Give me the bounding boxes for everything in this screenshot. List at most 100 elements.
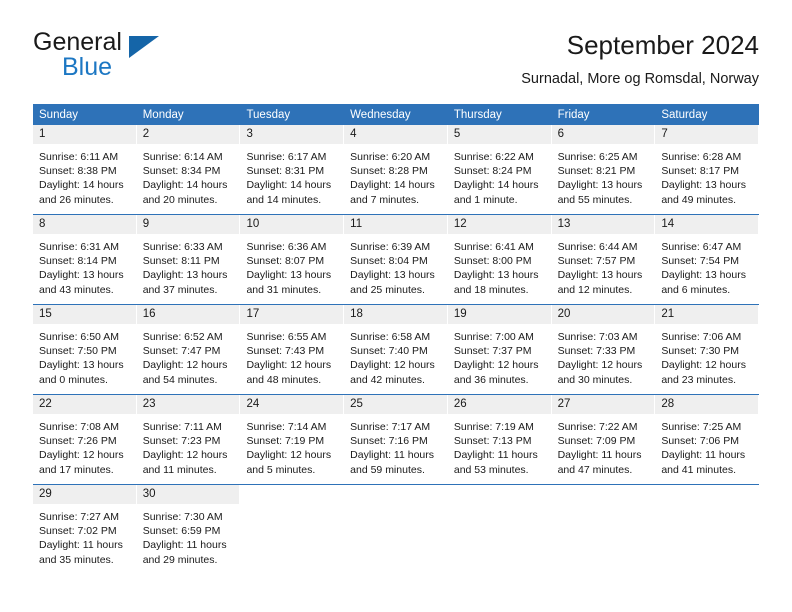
general-blue-logo[interactable]: General Blue (33, 28, 243, 88)
calendar-day-cell[interactable]: 30 Sunrise: 7:30 AM Sunset: 6:59 PM Dayl… (136, 485, 241, 574)
calendar-day-cell[interactable]: 14 Sunrise: 6:47 AM Sunset: 7:54 PM Dayl… (655, 215, 760, 304)
day-details: Sunrise: 6:25 AM Sunset: 8:21 PM Dayligh… (552, 144, 656, 207)
calendar-day-cell[interactable]: 16 Sunrise: 6:52 AM Sunset: 7:47 PM Dayl… (136, 305, 241, 394)
calendar-day-cell-empty (655, 485, 759, 574)
daylight-text-line1: Daylight: 11 hours (661, 449, 746, 462)
calendar-day-cell[interactable]: 25 Sunrise: 7:17 AM Sunset: 7:16 PM Dayl… (344, 395, 448, 484)
daylight-text-line1: Daylight: 12 hours (39, 449, 124, 462)
daylight-text-line1: Daylight: 13 hours (39, 359, 124, 372)
calendar-day-cell[interactable]: 20 Sunrise: 7:03 AM Sunset: 7:33 PM Dayl… (551, 305, 656, 394)
calendar-day-cell[interactable]: 13 Sunrise: 6:44 AM Sunset: 7:57 PM Dayl… (551, 215, 656, 304)
day-number: 17 (240, 305, 345, 324)
calendar-day-cell[interactable]: 6 Sunrise: 6:25 AM Sunset: 8:21 PM Dayli… (551, 125, 656, 214)
daylight-text-line2: and 17 minutes. (39, 463, 114, 476)
calendar-day-cell[interactable]: 2 Sunrise: 6:14 AM Sunset: 8:34 PM Dayli… (136, 125, 241, 214)
calendar-day-cell[interactable]: 17 Sunrise: 6:55 AM Sunset: 7:43 PM Dayl… (240, 305, 345, 394)
calendar-day-cell[interactable]: 26 Sunrise: 7:19 AM Sunset: 7:13 PM Dayl… (447, 395, 552, 484)
weekday-header-tuesday: Tuesday (246, 109, 291, 121)
weekday-header-saturday: Saturday (661, 109, 708, 121)
sunrise-text: Sunrise: 6:31 AM (39, 241, 119, 253)
calendar-day-cell[interactable]: 4 Sunrise: 6:20 AM Sunset: 8:28 PM Dayli… (344, 125, 448, 214)
daylight-text-line1: Daylight: 13 hours (246, 269, 332, 282)
calendar-day-cell[interactable]: 11 Sunrise: 6:39 AM Sunset: 8:04 PM Dayl… (344, 215, 448, 304)
sunset-text: Sunset: 7:09 PM (557, 435, 636, 448)
calendar-week-row: 22 Sunrise: 7:08 AM Sunset: 7:26 PM Dayl… (33, 394, 760, 484)
calendar-day-cell[interactable]: 23 Sunrise: 7:11 AM Sunset: 7:23 PM Dayl… (136, 395, 241, 484)
daylight-text-line2: and 6 minutes. (661, 283, 731, 296)
logo-word-general: General (33, 28, 122, 56)
daylight-text-line2: and 59 minutes. (350, 463, 425, 476)
daylight-text-line1: Daylight: 13 hours (142, 269, 228, 282)
weekday-header-monday: Monday (142, 109, 184, 121)
calendar-day-cell[interactable]: 24 Sunrise: 7:14 AM Sunset: 7:19 PM Dayl… (240, 395, 345, 484)
sunrise-text: Sunrise: 6:58 AM (350, 331, 431, 343)
calendar-day-cell[interactable]: 15 Sunrise: 6:50 AM Sunset: 7:50 PM Dayl… (33, 305, 137, 394)
calendar-week-row: 8 Sunrise: 6:31 AM Sunset: 8:14 PM Dayli… (33, 214, 760, 304)
calendar-day-cell[interactable]: 1 Sunrise: 6:11 AM Sunset: 8:38 PM Dayli… (33, 125, 137, 214)
calendar-day-cell[interactable]: 27 Sunrise: 7:22 AM Sunset: 7:09 PM Dayl… (551, 395, 656, 484)
day-number (655, 485, 759, 504)
day-number (552, 485, 656, 504)
calendar-day-cell[interactable]: 29 Sunrise: 7:27 AM Sunset: 7:02 PM Dayl… (33, 485, 137, 574)
calendar-day-cell[interactable]: 5 Sunrise: 6:22 AM Sunset: 8:24 PM Dayli… (447, 125, 552, 214)
calendar-day-cell[interactable]: 22 Sunrise: 7:08 AM Sunset: 7:26 PM Dayl… (33, 395, 137, 484)
daylight-text-line1: Daylight: 12 hours (557, 359, 643, 372)
daylight-text-line2: and 35 minutes. (39, 553, 114, 566)
sunrise-text: Sunrise: 7:25 AM (661, 421, 742, 433)
calendar-week-row: 29 Sunrise: 7:27 AM Sunset: 7:02 PM Dayl… (33, 484, 759, 574)
day-number: 24 (240, 395, 345, 414)
calendar-day-cell[interactable]: 21 Sunrise: 7:06 AM Sunset: 7:30 PM Dayl… (655, 305, 760, 394)
day-details: Sunrise: 6:41 AM Sunset: 8:00 PM Dayligh… (448, 234, 552, 297)
sunrise-text: Sunrise: 7:19 AM (453, 421, 534, 433)
sunset-text: Sunset: 7:37 PM (453, 345, 532, 358)
sunrise-text: Sunrise: 6:14 AM (142, 151, 223, 163)
daylight-text-line2: and 31 minutes. (246, 283, 322, 296)
calendar-day-cell[interactable]: 12 Sunrise: 6:41 AM Sunset: 8:00 PM Dayl… (447, 215, 552, 304)
calendar-grid: Sunday Monday Tuesday Wednesday Thursday… (33, 104, 760, 574)
calendar-day-cell[interactable]: 18 Sunrise: 6:58 AM Sunset: 7:40 PM Dayl… (344, 305, 448, 394)
calendar-week-row: 15 Sunrise: 6:50 AM Sunset: 7:50 PM Dayl… (33, 304, 760, 394)
day-number: 11 (344, 215, 448, 234)
sunset-text: Sunset: 8:31 PM (246, 165, 325, 178)
calendar-day-cell[interactable]: 10 Sunrise: 6:36 AM Sunset: 8:07 PM Dayl… (240, 215, 345, 304)
calendar-day-cell[interactable]: 8 Sunrise: 6:31 AM Sunset: 8:14 PM Dayli… (33, 215, 137, 304)
day-number: 22 (33, 395, 137, 414)
daylight-text-line1: Daylight: 14 hours (142, 179, 228, 192)
sunset-text: Sunset: 7:33 PM (557, 345, 636, 358)
day-number: 8 (33, 215, 137, 234)
daylight-text-line1: Daylight: 11 hours (453, 449, 538, 462)
daylight-text-line2: and 26 minutes. (39, 193, 114, 206)
sunrise-text: Sunrise: 7:22 AM (557, 421, 638, 433)
sunset-text: Sunset: 7:54 PM (661, 255, 739, 268)
daylight-text-line1: Daylight: 12 hours (246, 359, 332, 372)
sunset-text: Sunset: 8:21 PM (557, 165, 636, 178)
triangle-logo-icon (129, 36, 159, 58)
sunrise-text: Sunrise: 6:33 AM (142, 241, 223, 253)
day-details: Sunrise: 7:30 AM Sunset: 6:59 PM Dayligh… (137, 504, 241, 567)
sunrise-text: Sunrise: 7:06 AM (661, 331, 742, 343)
calendar-day-cell[interactable]: 3 Sunrise: 6:17 AM Sunset: 8:31 PM Dayli… (240, 125, 345, 214)
sunrise-text: Sunrise: 6:11 AM (39, 151, 119, 163)
day-details: Sunrise: 7:03 AM Sunset: 7:33 PM Dayligh… (552, 324, 656, 387)
daylight-text-line2: and 36 minutes. (453, 373, 529, 386)
daylight-text-line2: and 1 minute. (453, 193, 518, 206)
calendar-day-cell[interactable]: 28 Sunrise: 7:25 AM Sunset: 7:06 PM Dayl… (655, 395, 760, 484)
daylight-text-line1: Daylight: 14 hours (39, 179, 124, 192)
sunset-text: Sunset: 8:38 PM (39, 165, 117, 178)
day-number: 20 (551, 305, 656, 324)
calendar-day-cell[interactable]: 19 Sunrise: 7:00 AM Sunset: 7:37 PM Dayl… (447, 305, 552, 394)
sunset-text: Sunset: 7:06 PM (661, 435, 739, 448)
day-number: 21 (655, 305, 760, 324)
sunset-text: Sunset: 8:00 PM (453, 255, 532, 268)
sunset-text: Sunset: 7:19 PM (246, 435, 325, 448)
calendar-day-cell[interactable]: 7 Sunrise: 6:28 AM Sunset: 8:17 PM Dayli… (655, 125, 760, 214)
sunrise-text: Sunrise: 7:00 AM (453, 331, 534, 343)
day-details: Sunrise: 6:31 AM Sunset: 8:14 PM Dayligh… (33, 234, 137, 297)
calendar-day-cell[interactable]: 9 Sunrise: 6:33 AM Sunset: 8:11 PM Dayli… (136, 215, 241, 304)
day-details: Sunrise: 7:22 AM Sunset: 7:09 PM Dayligh… (552, 414, 656, 477)
daylight-text-line2: and 5 minutes. (246, 463, 316, 476)
page-title: September 2024 (566, 30, 759, 60)
day-details: Sunrise: 6:55 AM Sunset: 7:43 PM Dayligh… (240, 324, 344, 387)
day-number: 12 (447, 215, 552, 234)
day-number: 23 (136, 395, 241, 414)
